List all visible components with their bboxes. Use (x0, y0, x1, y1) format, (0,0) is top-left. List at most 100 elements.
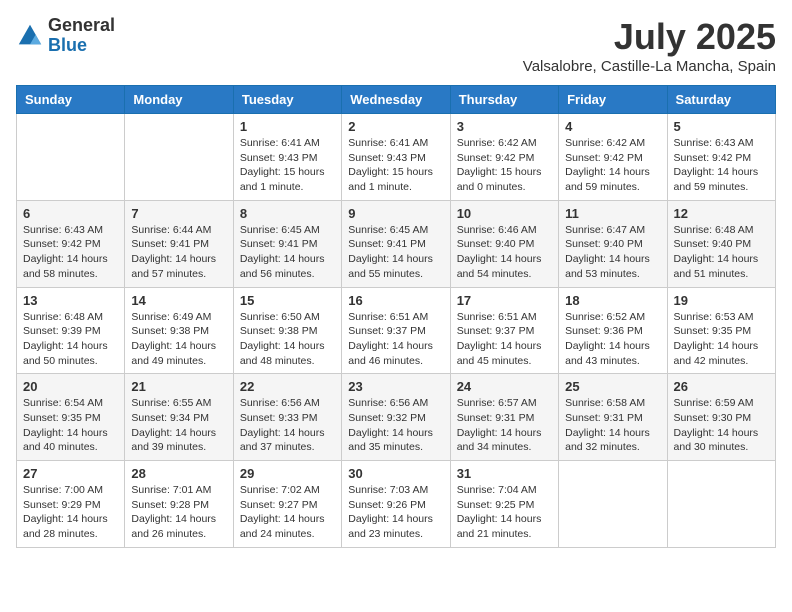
month-title: July 2025 (523, 16, 776, 58)
location-title: Valsalobre, Castille-La Mancha, Spain (523, 58, 776, 75)
week-row-4: 20 Sunrise: 6:54 AM Sunset: 9:35 PM Dayli… (17, 374, 776, 461)
calendar-cell: 31 Sunrise: 7:04 AM Sunset: 9:25 PM Dayli… (450, 461, 558, 548)
day-info: Sunrise: 6:54 AM Sunset: 9:35 PM Dayligh… (23, 396, 118, 455)
day-header-saturday: Saturday (667, 86, 775, 114)
calendar-cell: 9Sunrise: 6:45 AM Sunset: 9:41 PM Daylig… (342, 200, 450, 287)
day-number: 16 (348, 293, 443, 308)
calendar-cell: 16 Sunrise: 6:51 AM Sunset: 9:37 PM Dayli… (342, 287, 450, 374)
calendar-cell: 28 Sunrise: 7:01 AM Sunset: 9:28 PM Dayli… (125, 461, 233, 548)
day-header-thursday: Thursday (450, 86, 558, 114)
calendar-cell: 1 Sunrise: 6:41 AM Sunset: 9:43 PM Daylig… (233, 114, 341, 201)
day-number: 29 (240, 466, 335, 481)
logo-blue: Blue (48, 36, 115, 56)
day-number: 5 (674, 119, 769, 134)
logo-text: General Blue (48, 16, 115, 56)
calendar-cell: 8 Sunrise: 6:45 AM Sunset: 9:41 PM Daylig… (233, 200, 341, 287)
day-number: 23 (348, 379, 443, 394)
day-header-sunday: Sunday (17, 86, 125, 114)
calendar-cell: 23 Sunrise: 6:56 AM Sunset: 9:32 PM Dayli… (342, 374, 450, 461)
day-info: Sunrise: 6:43 AM Sunset: 9:42 PM Dayligh… (23, 223, 118, 282)
week-row-1: 1 Sunrise: 6:41 AM Sunset: 9:43 PM Daylig… (17, 114, 776, 201)
day-info: Sunrise: 6:52 AM Sunset: 9:36 PM Dayligh… (565, 310, 660, 369)
calendar-cell: 11 Sunrise: 6:47 AM Sunset: 9:40 PM Dayli… (559, 200, 667, 287)
calendar-cell: 27 Sunrise: 7:00 AM Sunset: 9:29 PM Dayli… (17, 461, 125, 548)
day-info: Sunrise: 6:47 AM Sunset: 9:40 PM Dayligh… (565, 223, 660, 282)
day-number: 17 (457, 293, 552, 308)
calendar-cell: 12Sunrise: 6:48 AM Sunset: 9:40 PM Dayli… (667, 200, 775, 287)
day-info: Sunrise: 6:42 AM Sunset: 9:42 PM Dayligh… (565, 136, 660, 195)
day-number: 7 (131, 206, 226, 221)
day-number: 31 (457, 466, 552, 481)
calendar-cell: 2Sunrise: 6:41 AM Sunset: 9:43 PM Daylig… (342, 114, 450, 201)
page-header: General Blue July 2025 Valsalobre, Casti… (16, 16, 776, 75)
day-info: Sunrise: 6:56 AM Sunset: 9:32 PM Dayligh… (348, 396, 443, 455)
week-row-5: 27 Sunrise: 7:00 AM Sunset: 9:29 PM Dayli… (17, 461, 776, 548)
calendar-cell: 15Sunrise: 6:50 AM Sunset: 9:38 PM Dayli… (233, 287, 341, 374)
day-number: 8 (240, 206, 335, 221)
calendar-cell (559, 461, 667, 548)
day-number: 18 (565, 293, 660, 308)
day-info: Sunrise: 7:04 AM Sunset: 9:25 PM Dayligh… (457, 483, 552, 542)
day-info: Sunrise: 6:51 AM Sunset: 9:37 PM Dayligh… (348, 310, 443, 369)
week-row-3: 13 Sunrise: 6:48 AM Sunset: 9:39 PM Dayli… (17, 287, 776, 374)
calendar-cell: 21Sunrise: 6:55 AM Sunset: 9:34 PM Dayli… (125, 374, 233, 461)
day-info: Sunrise: 6:42 AM Sunset: 9:42 PM Dayligh… (457, 136, 552, 195)
day-info: Sunrise: 7:01 AM Sunset: 9:28 PM Dayligh… (131, 483, 226, 542)
day-number: 2 (348, 119, 443, 134)
day-number: 21 (131, 379, 226, 394)
day-number: 11 (565, 206, 660, 221)
day-number: 10 (457, 206, 552, 221)
day-number: 6 (23, 206, 118, 221)
calendar-cell: 24 Sunrise: 6:57 AM Sunset: 9:31 PM Dayli… (450, 374, 558, 461)
calendar-cell: 7 Sunrise: 6:44 AM Sunset: 9:41 PM Daylig… (125, 200, 233, 287)
calendar-cell: 6 Sunrise: 6:43 AM Sunset: 9:42 PM Daylig… (17, 200, 125, 287)
day-number: 13 (23, 293, 118, 308)
day-header-tuesday: Tuesday (233, 86, 341, 114)
calendar-table: SundayMondayTuesdayWednesdayThursdayFrid… (16, 85, 776, 548)
day-info: Sunrise: 6:48 AM Sunset: 9:39 PM Dayligh… (23, 310, 118, 369)
day-info: Sunrise: 6:59 AM Sunset: 9:30 PM Dayligh… (674, 396, 769, 455)
day-info: Sunrise: 6:58 AM Sunset: 9:31 PM Dayligh… (565, 396, 660, 455)
calendar-cell (667, 461, 775, 548)
day-info: Sunrise: 6:57 AM Sunset: 9:31 PM Dayligh… (457, 396, 552, 455)
day-number: 9 (348, 206, 443, 221)
calendar-cell: 25 Sunrise: 6:58 AM Sunset: 9:31 PM Dayli… (559, 374, 667, 461)
day-header-wednesday: Wednesday (342, 86, 450, 114)
calendar-cell (125, 114, 233, 201)
calendar-cell: 17Sunrise: 6:51 AM Sunset: 9:37 PM Dayli… (450, 287, 558, 374)
day-number: 4 (565, 119, 660, 134)
day-number: 1 (240, 119, 335, 134)
day-info: Sunrise: 6:44 AM Sunset: 9:41 PM Dayligh… (131, 223, 226, 282)
calendar-cell: 29 Sunrise: 7:02 AM Sunset: 9:27 PM Dayli… (233, 461, 341, 548)
day-info: Sunrise: 6:50 AM Sunset: 9:38 PM Dayligh… (240, 310, 335, 369)
day-info: Sunrise: 7:03 AM Sunset: 9:26 PM Dayligh… (348, 483, 443, 542)
day-number: 22 (240, 379, 335, 394)
day-number: 20 (23, 379, 118, 394)
day-number: 28 (131, 466, 226, 481)
logo: General Blue (16, 16, 115, 56)
day-number: 19 (674, 293, 769, 308)
calendar-cell: 18 Sunrise: 6:52 AM Sunset: 9:36 PM Dayli… (559, 287, 667, 374)
day-info: Sunrise: 7:02 AM Sunset: 9:27 PM Dayligh… (240, 483, 335, 542)
logo-general: General (48, 16, 115, 36)
calendar-cell: 22 Sunrise: 6:56 AM Sunset: 9:33 PM Dayli… (233, 374, 341, 461)
day-number: 24 (457, 379, 552, 394)
day-number: 12 (674, 206, 769, 221)
day-info: Sunrise: 6:41 AM Sunset: 9:43 PM Dayligh… (240, 136, 335, 195)
day-number: 25 (565, 379, 660, 394)
day-info: Sunrise: 7:00 AM Sunset: 9:29 PM Dayligh… (23, 483, 118, 542)
calendar-cell: 30 Sunrise: 7:03 AM Sunset: 9:26 PM Dayli… (342, 461, 450, 548)
day-info: Sunrise: 6:56 AM Sunset: 9:33 PM Dayligh… (240, 396, 335, 455)
day-number: 3 (457, 119, 552, 134)
calendar-cell: 10 Sunrise: 6:46 AM Sunset: 9:40 PM Dayli… (450, 200, 558, 287)
calendar-cell: 26Sunrise: 6:59 AM Sunset: 9:30 PM Dayli… (667, 374, 775, 461)
calendar-cell: 5Sunrise: 6:43 AM Sunset: 9:42 PM Daylig… (667, 114, 775, 201)
day-info: Sunrise: 6:45 AM Sunset: 9:41 PM Dayligh… (240, 223, 335, 282)
day-number: 27 (23, 466, 118, 481)
calendar-cell: 20 Sunrise: 6:54 AM Sunset: 9:35 PM Dayli… (17, 374, 125, 461)
calendar-cell: 19 Sunrise: 6:53 AM Sunset: 9:35 PM Dayli… (667, 287, 775, 374)
day-number: 14 (131, 293, 226, 308)
day-number: 30 (348, 466, 443, 481)
day-info: Sunrise: 6:53 AM Sunset: 9:35 PM Dayligh… (674, 310, 769, 369)
day-info: Sunrise: 6:46 AM Sunset: 9:40 PM Dayligh… (457, 223, 552, 282)
